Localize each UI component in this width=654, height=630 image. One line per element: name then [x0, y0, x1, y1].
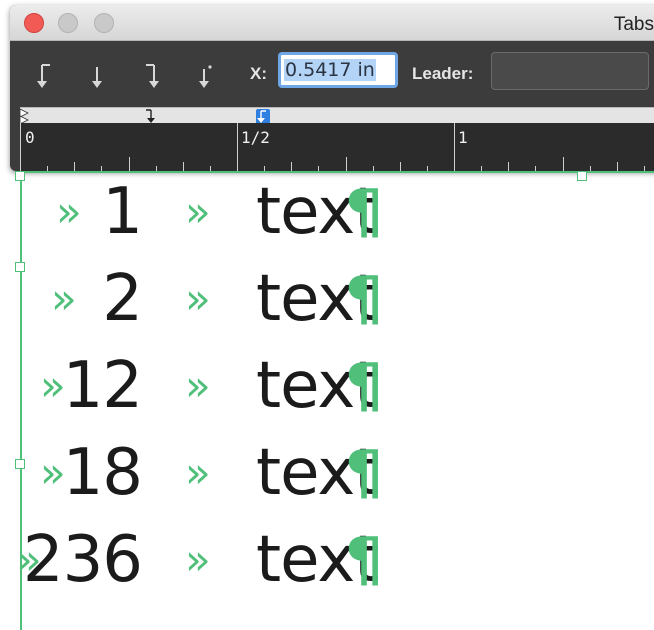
minimize-button[interactable] [58, 13, 78, 33]
tab-character-icon: » [185, 187, 211, 236]
left-indent-marker-icon[interactable] [20, 108, 30, 124]
line-number: 236 [22, 523, 143, 597]
x-position-label: X: [250, 64, 267, 83]
ruler-ticks [20, 123, 645, 171]
line-number: 2 [102, 262, 143, 336]
text-line: » 2 » text ¶ [0, 255, 654, 343]
text-line: » 18 » text ¶ [0, 429, 654, 517]
paragraph-mark-icon: ¶ [345, 351, 384, 421]
paragraph-mark-icon: ¶ [345, 525, 384, 595]
titlebar: Tabs [10, 5, 654, 41]
paragraph-mark-icon: ¶ [345, 264, 384, 334]
left-justified-tab-button[interactable] [34, 61, 60, 91]
decimal-tab-button[interactable] [192, 61, 218, 91]
text-line: » 236 » text ¶ [0, 516, 654, 604]
tab-stop-strip[interactable] [20, 107, 654, 124]
text-line: » 12 » text ¶ [0, 342, 654, 430]
x-position-value: 0.5417 in [284, 59, 376, 81]
leader-label: Leader: [412, 64, 474, 83]
leader-input[interactable] [491, 52, 649, 90]
tab-character-icon: » [185, 274, 211, 323]
close-button[interactable] [24, 13, 44, 33]
paragraph-mark-icon: ¶ [345, 438, 384, 508]
line-number: 18 [62, 436, 143, 510]
center-align-tab-icon [92, 67, 102, 88]
paragraph-mark-icon: ¶ [345, 177, 384, 247]
tab-ruler[interactable]: 0 1/2 1 [20, 123, 654, 171]
text-line: » 1 » text ¶ [0, 168, 654, 256]
left-align-tab-icon [37, 64, 50, 88]
tab-character-icon: » [56, 187, 82, 236]
tab-character-icon: » [51, 274, 77, 323]
window-title: Tabs [613, 14, 654, 35]
right-align-tab-icon [146, 64, 159, 88]
ruler-label-half: 1/2 [241, 128, 270, 147]
tab-character-icon: » [185, 448, 211, 497]
tab-character-icon: » [185, 361, 211, 410]
x-position-input[interactable]: 0.5417 in [278, 52, 398, 88]
right-tab-stop-icon[interactable] [144, 108, 156, 124]
right-justified-tab-button[interactable] [140, 61, 166, 91]
zoom-button[interactable] [94, 13, 114, 33]
center-justified-tab-button[interactable] [84, 61, 110, 91]
tabs-panel: Tabs X: 0.5417 in Leader: 0 1/2 1 [10, 5, 654, 171]
decimal-align-tab-icon [199, 65, 212, 88]
selected-tab-stop[interactable] [256, 109, 270, 124]
line-number: 1 [102, 175, 143, 249]
ruler-label-zero: 0 [25, 128, 35, 147]
ruler-label-one: 1 [458, 128, 468, 147]
tab-character-icon: » [185, 535, 211, 584]
left-tab-stop-icon [257, 110, 266, 123]
line-number: 12 [62, 349, 143, 423]
